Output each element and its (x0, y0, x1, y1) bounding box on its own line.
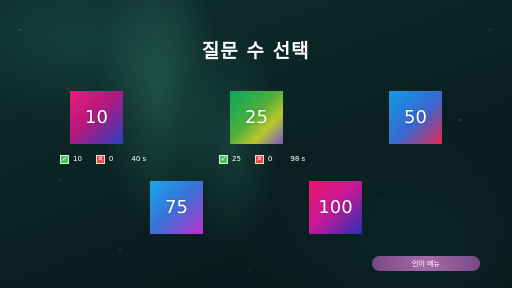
language-menu-button[interactable]: 언어 메뉴 (372, 256, 480, 271)
question-count-tile-75[interactable]: 75 (150, 181, 203, 234)
x-icon: ✕ (95, 154, 105, 164)
wrong-count: 0 (267, 155, 273, 163)
tile-label: 50 (404, 107, 427, 128)
question-count-tile-50[interactable]: 50 (389, 91, 442, 144)
language-menu-label: 언어 메뉴 (412, 259, 440, 268)
tile-25-stats: ✓ 25 ✕ 0 98 s (219, 153, 305, 165)
correct-count: 10 (73, 155, 82, 163)
question-count-tile-10[interactable]: 10 (70, 91, 123, 144)
tile-10-stats: ✓ 10 ✕ 0 40 s (60, 153, 146, 165)
tile-label: 25 (245, 107, 268, 128)
time-value: 40 s (131, 155, 147, 163)
question-count-screen: 질문 수 선택 10 ✓ 10 ✕ 0 40 s 25 ✓ 25 ✕ 0 98 … (0, 0, 512, 288)
check-icon: ✓ (219, 154, 228, 164)
x-icon: ✕ (254, 154, 264, 164)
tile-label: 100 (318, 197, 353, 218)
correct-count: 25 (232, 155, 241, 163)
tile-label: 75 (165, 197, 188, 218)
question-count-tile-25[interactable]: 25 (230, 91, 283, 144)
page-title: 질문 수 선택 (202, 40, 310, 62)
tile-label: 10 (85, 107, 108, 128)
check-icon: ✓ (60, 154, 69, 164)
time-value: 98 s (290, 155, 306, 163)
question-count-tile-100[interactable]: 100 (309, 181, 362, 234)
wrong-count: 0 (108, 155, 114, 163)
